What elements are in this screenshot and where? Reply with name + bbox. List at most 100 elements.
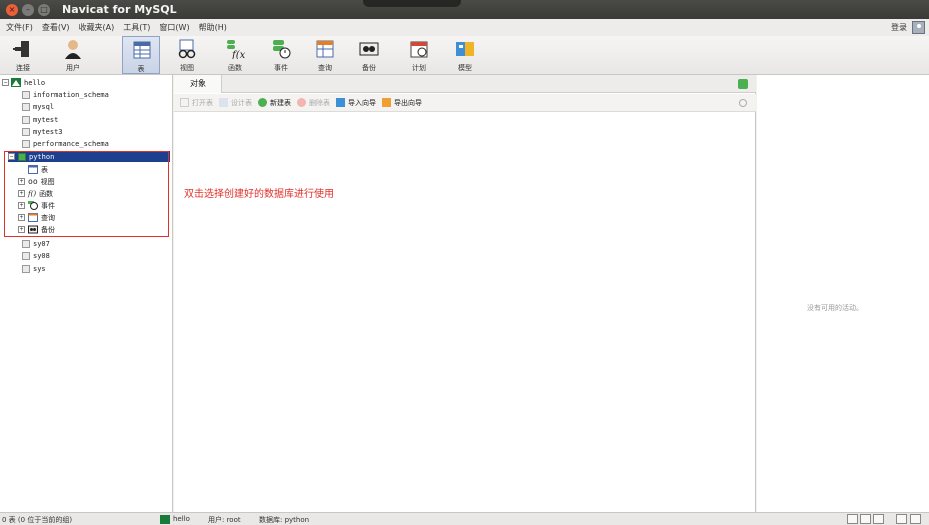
connection-icon — [13, 41, 29, 57]
login-avatar-icon[interactable] — [912, 21, 925, 34]
query-button[interactable]: 查询 — [306, 36, 344, 74]
status-bar: 0 表 (0 位于当前的组) hello 用户: root 数据库: pytho… — [0, 512, 929, 525]
database-icon — [22, 139, 30, 148]
menu-help[interactable]: 帮助(H) — [193, 22, 230, 33]
title-bar-tab — [363, 0, 461, 7]
event-button[interactable]: 事件 — [262, 36, 300, 74]
schedule-label: 计划 — [412, 64, 426, 72]
open-table-icon — [180, 98, 189, 107]
import-wizard-button[interactable]: 导入向导 — [336, 98, 376, 108]
export-wizard-icon — [382, 98, 391, 107]
detail-view-icon[interactable] — [860, 514, 871, 524]
event-icon — [273, 40, 291, 59]
status-user: 用户: root — [208, 516, 241, 524]
status-table-count: 0 表 (0 位于当前的组) — [2, 516, 73, 524]
database-icon — [22, 115, 30, 124]
menu-window[interactable]: 窗口(W) — [153, 22, 192, 33]
objects-tab-bar: 对象 — [174, 75, 756, 93]
database-icon — [22, 239, 30, 248]
backup-icon — [359, 42, 379, 56]
table-button[interactable]: 表 — [122, 36, 160, 74]
view-label: 视图 — [180, 64, 194, 72]
query-icon — [316, 40, 334, 58]
backup-button[interactable]: 备份 — [350, 36, 388, 74]
connection-icon — [160, 515, 170, 524]
connection-label: 连接 — [16, 64, 30, 72]
table-label: 表 — [137, 65, 145, 73]
tree-db-performance-schema[interactable]: performance_schema — [22, 138, 109, 149]
import-wizard-icon — [336, 98, 345, 107]
model-label: 模型 — [458, 64, 472, 72]
connection-tree: − hello information_schema mysql mytest … — [0, 75, 173, 512]
window-maximize-button[interactable]: □ — [38, 3, 50, 16]
login-link[interactable]: 登录 — [891, 22, 907, 33]
delete-table-icon — [297, 98, 306, 107]
backup-label: 备份 — [362, 64, 376, 72]
database-icon — [22, 127, 30, 136]
database-icon — [22, 102, 30, 111]
no-activity-text: 没有可用的活动。 — [807, 304, 863, 312]
er-view-icon[interactable] — [873, 514, 884, 524]
list-view-icon[interactable] — [847, 514, 858, 524]
tree-db-mytest3[interactable]: mytest3 — [22, 126, 63, 137]
new-tab-icon[interactable] — [738, 79, 748, 89]
connection-button[interactable]: 连接 — [4, 36, 42, 74]
delete-table-button[interactable]: 删除表 — [297, 98, 330, 108]
event-label: 事件 — [274, 64, 288, 72]
annotation-text: 双击选择创建好的数据库进行使用 — [184, 189, 334, 200]
tree-db-sy08[interactable]: sy08 — [22, 250, 50, 261]
user-label: 用户 — [66, 64, 80, 72]
window-close-button[interactable]: × — [6, 3, 18, 16]
export-wizard-button[interactable]: 导出向导 — [382, 98, 422, 108]
menu-file[interactable]: 文件(F) — [0, 22, 36, 33]
title-bar: × – □ Navicat for MySQL — [0, 0, 929, 19]
tree-db-sys[interactable]: sys — [22, 263, 46, 274]
toggle-right-pane-icon[interactable] — [910, 514, 921, 524]
new-table-button[interactable]: 新建表 — [258, 98, 291, 108]
menu-favorites[interactable]: 收藏夹(A) — [73, 22, 118, 33]
database-icon — [22, 90, 30, 99]
schedule-icon — [410, 41, 428, 58]
database-icon — [22, 251, 30, 260]
user-button[interactable]: 用户 — [54, 36, 92, 74]
tab-objects[interactable]: 对象 — [174, 75, 222, 93]
main-toolbar: 连接 用户 表 视图 f(x) 函数 事件 查询 备份 计划 模型 — [0, 36, 929, 75]
open-table-button[interactable]: 打开表 — [180, 98, 213, 108]
status-database: 数据库: python — [259, 516, 310, 524]
svg-text:f(x): f(x) — [231, 50, 245, 59]
toggle-left-pane-icon[interactable] — [896, 514, 907, 524]
menu-view[interactable]: 查看(V) — [36, 22, 73, 33]
function-button[interactable]: f(x) 函数 — [216, 36, 254, 74]
objects-toolbar: 打开表 设计表 新建表 删除表 导入向导 导出向导 — [174, 94, 756, 112]
query-label: 查询 — [318, 64, 332, 72]
design-table-button[interactable]: 设计表 — [219, 98, 252, 108]
search-icon[interactable] — [739, 99, 747, 107]
user-icon — [65, 40, 81, 59]
function-icon: f(x) — [227, 40, 245, 59]
database-icon — [22, 264, 30, 273]
collapse-icon[interactable]: − — [2, 79, 9, 86]
status-connection: hello — [173, 515, 190, 523]
design-table-icon — [219, 98, 228, 107]
tree-db-sy07[interactable]: sy07 — [22, 238, 50, 249]
menu-bar: 文件(F) 查看(V) 收藏夹(A) 工具(T) 窗口(W) 帮助(H) 登录 — [0, 19, 929, 36]
objects-pane: 对象 打开表 设计表 新建表 删除表 导入向导 导出向导 双击选择创建好的数据库… — [174, 75, 756, 512]
tree-db-mytest[interactable]: mytest — [22, 114, 58, 125]
activity-pane: 没有可用的活动。 — [757, 75, 929, 512]
model-button[interactable]: 模型 — [446, 36, 484, 74]
schedule-button[interactable]: 计划 — [400, 36, 438, 74]
new-table-icon — [258, 98, 267, 107]
annotation-highlight-box — [4, 151, 169, 237]
view-icon — [178, 39, 196, 59]
menu-tools[interactable]: 工具(T) — [117, 22, 153, 33]
tree-db-information-schema[interactable]: information_schema — [22, 89, 109, 100]
function-label: 函数 — [228, 64, 242, 72]
tree-connection-hello[interactable]: − hello — [2, 77, 45, 88]
table-icon — [133, 41, 151, 59]
window-minimize-button[interactable]: – — [22, 3, 34, 16]
tree-db-mysql[interactable]: mysql — [22, 101, 54, 112]
window-title: Navicat for MySQL — [62, 3, 177, 16]
view-button[interactable]: 视图 — [168, 36, 206, 74]
model-icon — [456, 42, 474, 56]
connection-icon — [11, 78, 21, 87]
